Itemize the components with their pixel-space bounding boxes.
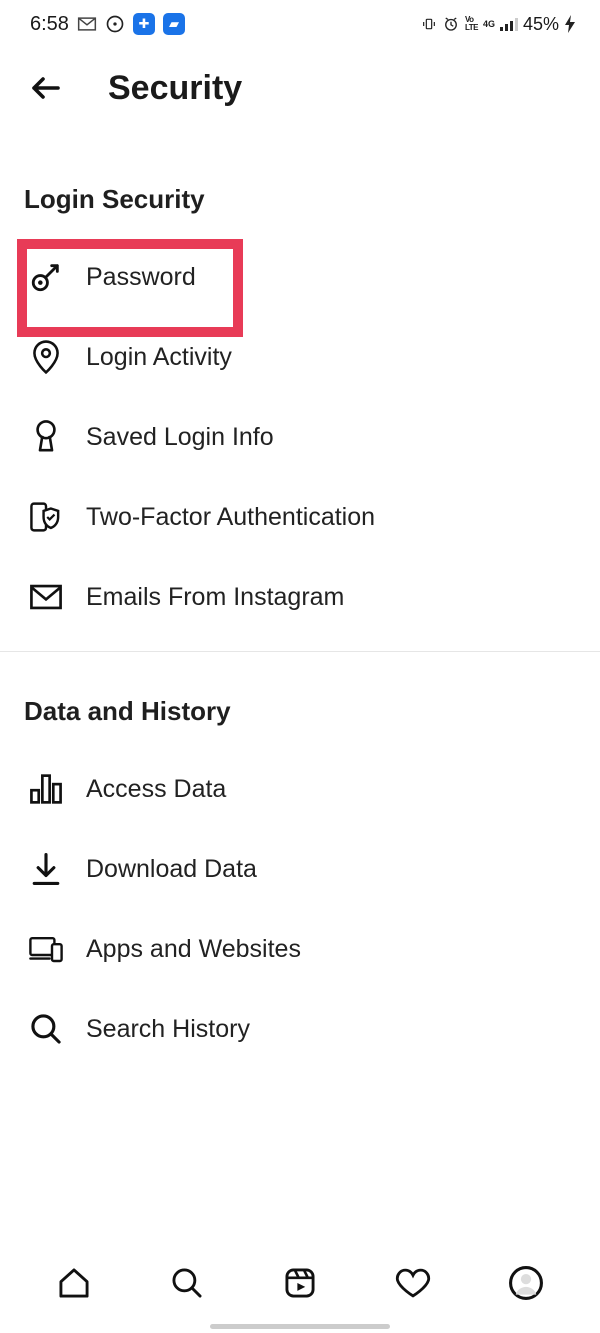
home-indicator xyxy=(210,1324,390,1329)
status-left: 6:58 ✚ ▰ xyxy=(30,13,185,36)
menu-label-password: Password xyxy=(86,263,196,292)
home-icon xyxy=(57,1266,91,1300)
nav-reels-button[interactable] xyxy=(278,1261,322,1305)
network-4g-icon: 4G xyxy=(483,19,495,29)
menu-item-two-factor[interactable]: Two-Factor Authentication xyxy=(24,477,576,557)
bar-chart-icon xyxy=(28,771,64,807)
charging-icon xyxy=(564,15,576,33)
download-icon xyxy=(28,851,64,887)
battery-percent: 45% xyxy=(523,14,559,35)
whatsapp-icon xyxy=(105,14,125,34)
volte-icon: VoLTE xyxy=(465,16,478,32)
key-icon xyxy=(28,259,64,295)
page-title: Security xyxy=(108,69,242,108)
arrow-left-icon xyxy=(28,70,64,106)
location-pin-icon xyxy=(28,339,64,375)
status-time: 6:58 xyxy=(30,13,69,36)
nav-home-button[interactable] xyxy=(52,1261,96,1305)
menu-label-saved-login: Saved Login Info xyxy=(86,423,274,452)
section-data-history: Data and History Access Data Download Da… xyxy=(0,696,600,1069)
app-badge-2-icon: ▰ xyxy=(163,13,185,35)
back-button[interactable] xyxy=(24,66,68,110)
menu-label-emails: Emails From Instagram xyxy=(86,583,344,612)
menu-label-access-data: Access Data xyxy=(86,775,226,804)
status-bar: 6:58 ✚ ▰ VoLTE 4G 45% xyxy=(0,0,600,46)
nav-activity-button[interactable] xyxy=(391,1261,435,1305)
section-divider xyxy=(0,651,600,652)
alarm-icon xyxy=(442,15,460,33)
menu-item-apps-websites[interactable]: Apps and Websites xyxy=(24,909,576,989)
keyhole-icon xyxy=(28,419,64,455)
search-icon xyxy=(170,1266,204,1300)
magnifier-icon xyxy=(28,1011,64,1047)
envelope-icon xyxy=(28,579,64,615)
menu-item-emails[interactable]: Emails From Instagram xyxy=(24,557,576,637)
menu-item-search-history[interactable]: Search History xyxy=(24,989,576,1069)
section-title-data-history: Data and History xyxy=(24,696,576,727)
menu-label-download-data: Download Data xyxy=(86,855,257,884)
shield-phone-icon xyxy=(28,499,64,535)
heart-icon xyxy=(395,1267,431,1299)
menu-list-login-security: Password Login Activity Saved Login Info… xyxy=(24,237,576,637)
menu-item-saved-login-info[interactable]: Saved Login Info xyxy=(24,397,576,477)
devices-icon xyxy=(28,931,64,967)
nav-profile-button[interactable] xyxy=(504,1261,548,1305)
section-title-login-security: Login Security xyxy=(24,184,576,215)
gmail-icon xyxy=(77,16,97,32)
menu-label-apps-websites: Apps and Websites xyxy=(86,935,301,964)
menu-item-login-activity[interactable]: Login Activity xyxy=(24,317,576,397)
section-login-security: Login Security Password Login Activity S… xyxy=(0,184,600,637)
profile-avatar-icon xyxy=(508,1265,544,1301)
menu-item-download-data[interactable]: Download Data xyxy=(24,829,576,909)
bottom-nav xyxy=(0,1247,600,1333)
status-right: VoLTE 4G 45% xyxy=(421,14,576,35)
menu-label-login-activity: Login Activity xyxy=(86,343,232,372)
vibrate-icon xyxy=(421,16,437,32)
nav-search-button[interactable] xyxy=(165,1261,209,1305)
cellular-signal-icon xyxy=(500,17,518,31)
menu-label-search-history: Search History xyxy=(86,1015,250,1044)
menu-list-data-history: Access Data Download Data Apps and Websi… xyxy=(24,749,576,1069)
menu-item-password[interactable]: Password xyxy=(24,237,576,317)
menu-label-two-factor: Two-Factor Authentication xyxy=(86,503,375,532)
app-badge-1-icon: ✚ xyxy=(133,13,155,35)
page-header: Security xyxy=(0,46,600,140)
reels-icon xyxy=(283,1266,317,1300)
menu-item-access-data[interactable]: Access Data xyxy=(24,749,576,829)
